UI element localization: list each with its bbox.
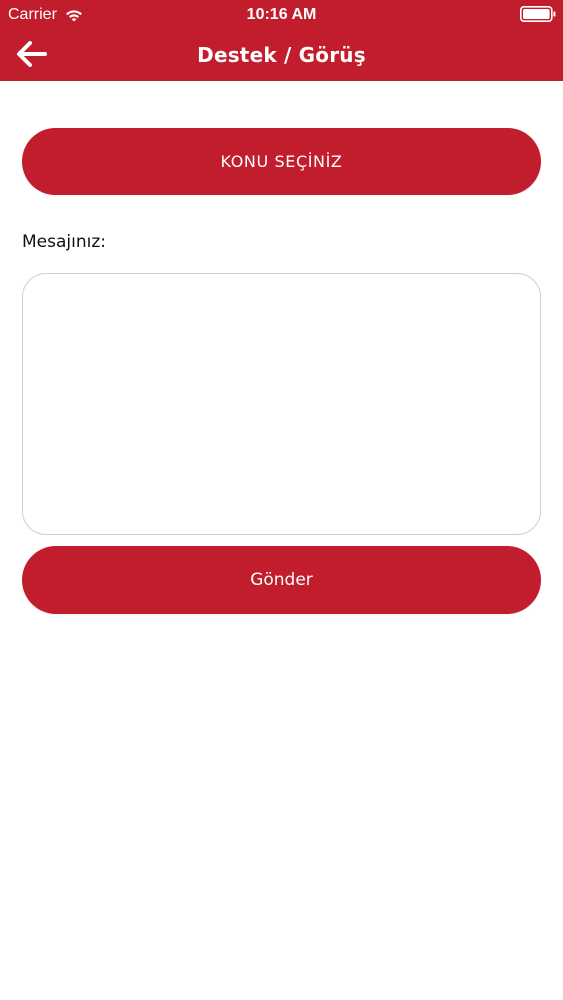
- status-time: 10:16 AM: [246, 6, 317, 23]
- send-button[interactable]: Gönder: [22, 546, 541, 614]
- message-label: Mesajınız:: [22, 232, 106, 252]
- header: Carrier 10:16 AM Destek / Görüş: [0, 0, 563, 81]
- nav-bar: Destek / Görüş: [0, 30, 563, 81]
- message-textarea[interactable]: [22, 273, 541, 535]
- battery-icon: [520, 6, 556, 22]
- support-feedback-screen: Carrier 10:16 AM Destek / Görüş KONU SEÇ…: [0, 0, 563, 1000]
- select-subject-button[interactable]: KONU SEÇİNİZ: [22, 128, 541, 195]
- status-bar: Carrier 10:16 AM: [0, 0, 563, 30]
- page-title: Destek / Görüş: [197, 43, 366, 67]
